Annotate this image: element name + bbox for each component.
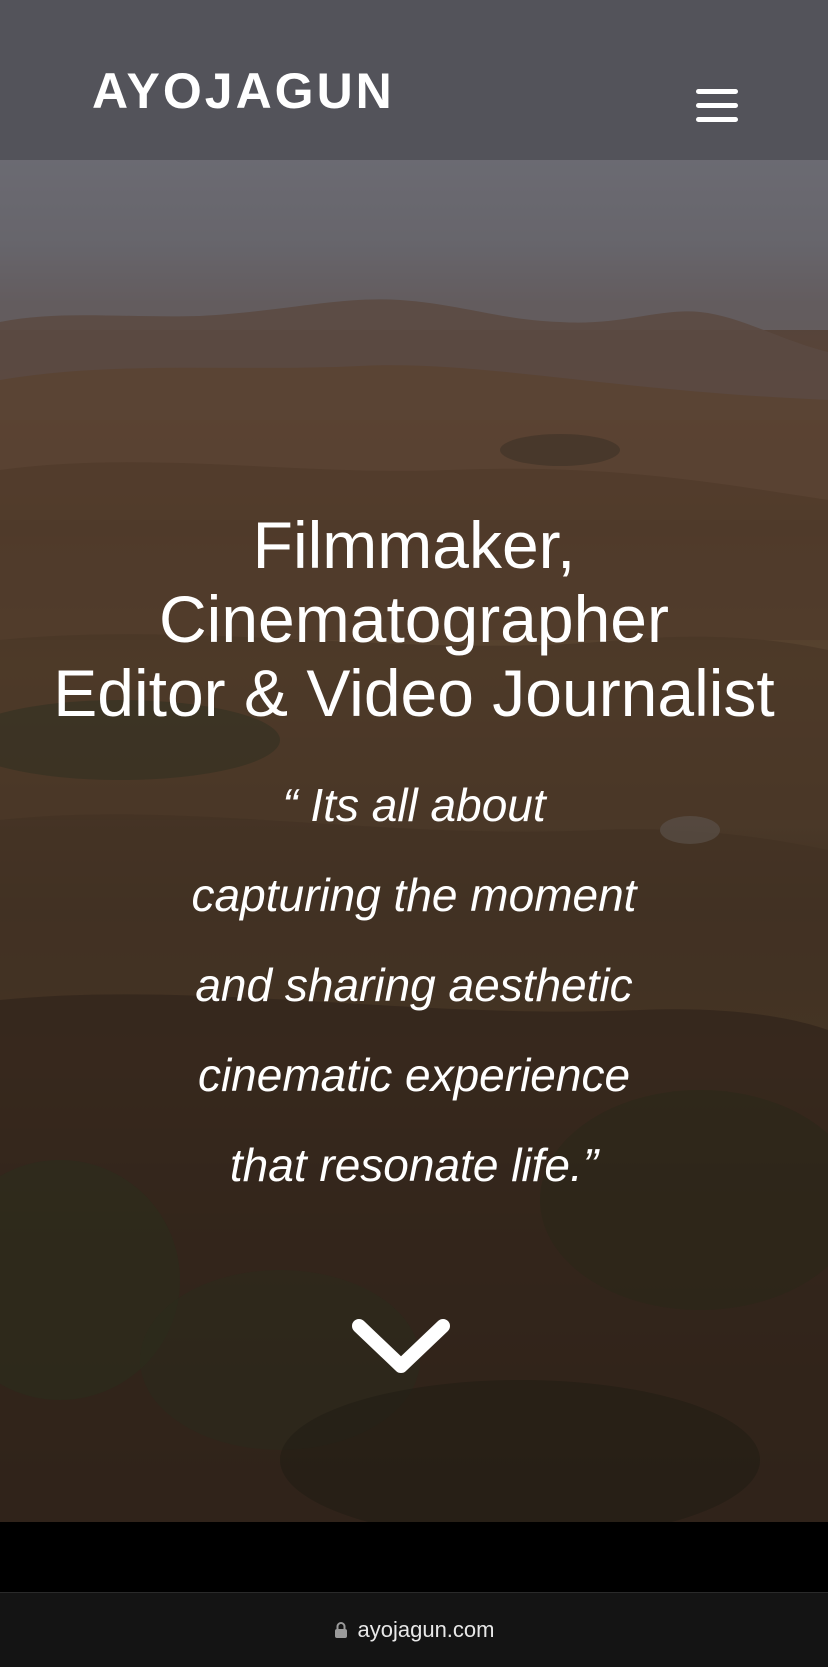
menu-bar-bottom [696, 117, 738, 122]
quote-line-4: cinematic experience [197, 1049, 631, 1101]
lock-icon [334, 1622, 347, 1638]
hamburger-menu-icon[interactable] [692, 86, 742, 126]
hero-quote: “ Its all about capturing the moment and… [0, 760, 828, 1210]
quote-line-1: “ Its all about [282, 779, 546, 831]
chevron-down-icon[interactable] [349, 1316, 453, 1380]
quote-line-2: capturing the moment [191, 869, 637, 921]
headline-line-2: Cinematographer [159, 582, 669, 656]
browser-address-bar[interactable]: ayojagun.com [0, 1592, 828, 1667]
site-logo[interactable]: AYOJAGUN [92, 66, 395, 116]
headline-line-3: Editor & Video Journalist [53, 656, 775, 730]
hero-section: AYOJAGUN Filmmaker, Cinematographer Edit… [0, 0, 828, 1522]
site-header: AYOJAGUN [0, 0, 828, 160]
menu-bar-top [696, 89, 738, 94]
page-bottom-area [0, 1522, 828, 1592]
quote-line-5: that resonate life.” [229, 1139, 599, 1191]
menu-bar-middle [696, 103, 738, 108]
hero-headline: Filmmaker, Cinematographer Editor & Vide… [0, 508, 828, 730]
url-text: ayojagun.com [357, 1617, 495, 1642]
quote-line-3: and sharing aesthetic [195, 959, 633, 1011]
headline-line-1: Filmmaker, [252, 508, 576, 582]
